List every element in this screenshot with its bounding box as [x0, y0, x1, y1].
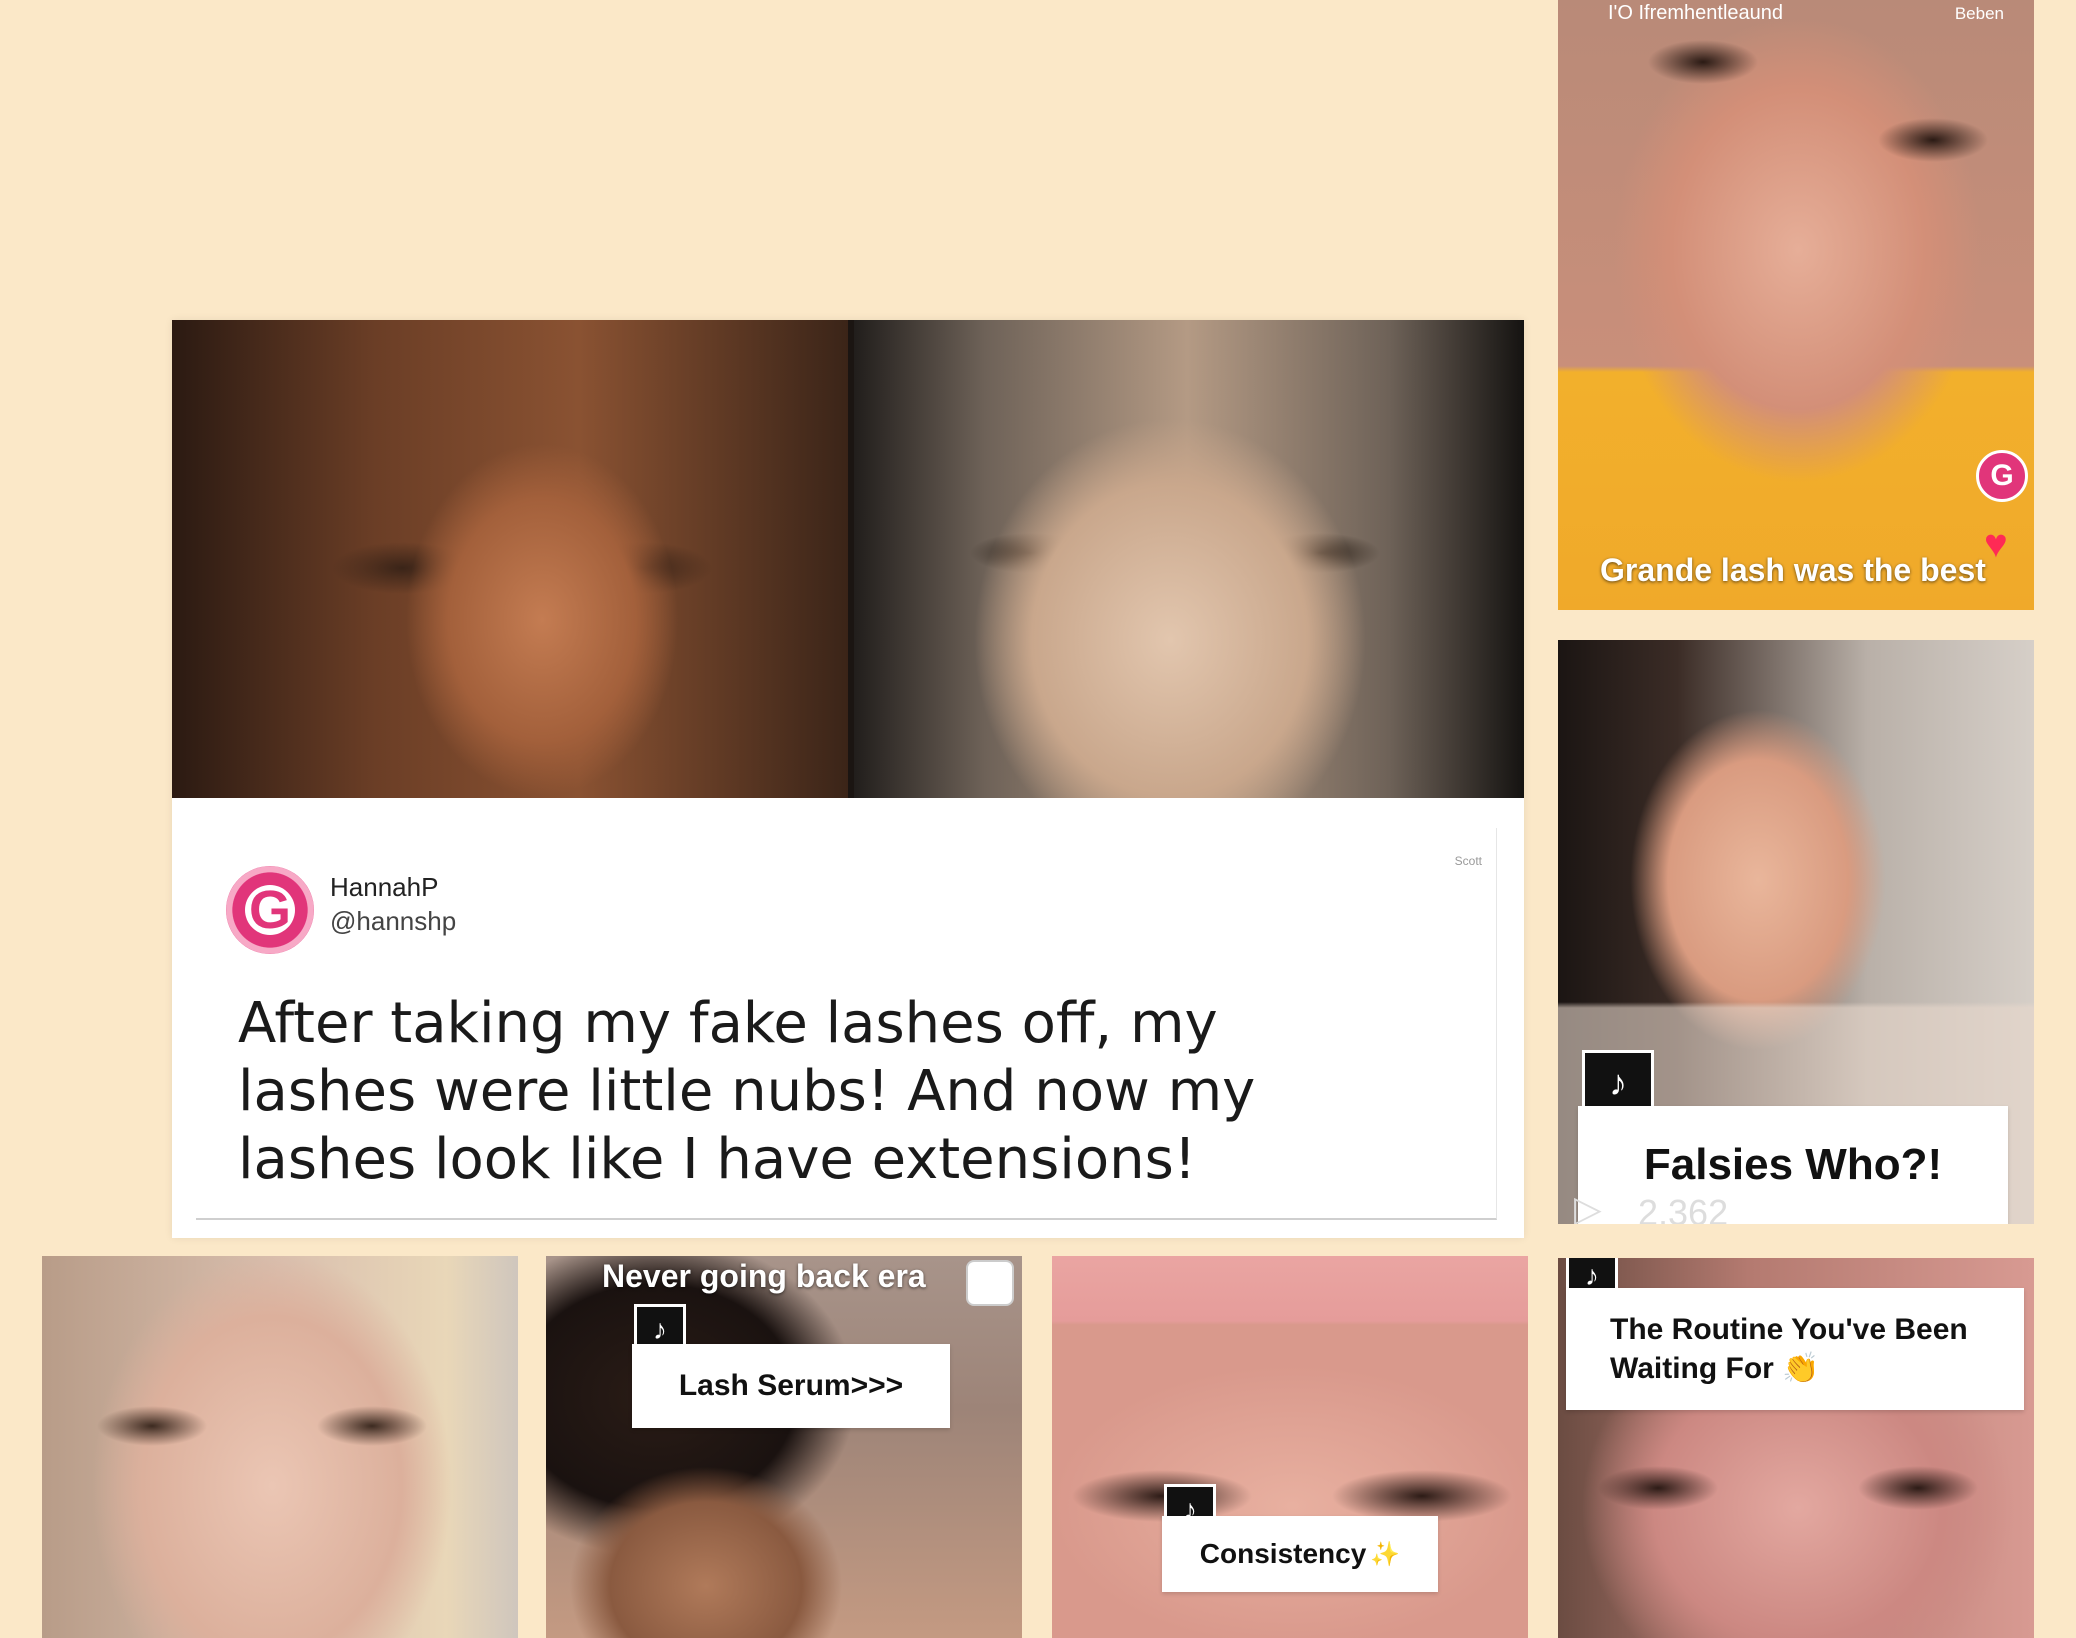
- caption-pill: Consistency ✨: [1162, 1516, 1438, 1592]
- after-photo: [850, 320, 1524, 798]
- review-quote: After taking my fake lashes off, my lash…: [238, 991, 1256, 1192]
- review-card: G HannahP @hannshp Scott After taking my…: [172, 320, 1524, 1238]
- brand-avatar: G: [226, 866, 314, 954]
- caption-text: Consistency: [1199, 1538, 1367, 1569]
- caption-line2-row: Waiting For 👏: [1610, 1351, 1820, 1386]
- photo-divider: [848, 320, 854, 798]
- video-tile-bottom-3[interactable]: ♪ Consistency ✨: [1052, 1256, 1528, 1638]
- tile-title: Never going back era: [602, 1258, 926, 1294]
- caption-line2: Waiting For: [1610, 1351, 1774, 1385]
- sparkle-icon: ✨: [1370, 1540, 1401, 1568]
- caption-line1: The Routine You've Been: [1610, 1312, 1968, 1346]
- caption-text: Lash Serum>>>: [678, 1369, 904, 1402]
- video-tile-mid-right[interactable]: ♪ Falsies Who?! ▷ 2,362: [1558, 640, 2034, 1224]
- reviewer-name: HannahP: [330, 872, 439, 902]
- tile-caption: Grande lash was the best: [1600, 552, 1986, 588]
- clap-icon: 👏: [1782, 1351, 1820, 1385]
- brand-logo-letter: G: [1990, 459, 2014, 492]
- tile-header: I'O Ifremhentleaund: [1608, 2, 1784, 24]
- video-tile-bottom-1[interactable]: [42, 1256, 518, 1638]
- video-tile-bottom-4[interactable]: ♪ The Routine You've Been Waiting For 👏: [1558, 1258, 2034, 1638]
- view-count: 2,362: [1638, 1192, 1729, 1224]
- before-photo: [172, 320, 850, 798]
- caption-text: Falsies Who?!: [1643, 1140, 1943, 1189]
- brand-logo-badge: G: [1976, 450, 2028, 502]
- review-corner-tag: Scott: [1454, 854, 1482, 868]
- heart-icon[interactable]: ♥: [1984, 522, 2008, 567]
- video-tile-bottom-2[interactable]: Never going back era ♪ Lash Serum>>>: [546, 1256, 1022, 1638]
- reviewer-handle: @hannshp: [330, 906, 457, 936]
- tile-header-right: Beben: [1954, 4, 2004, 23]
- play-icon: ▷: [1574, 1188, 1602, 1224]
- caption-pill: Lash Serum>>>: [632, 1344, 950, 1428]
- brand-avatar-letter: G: [245, 880, 295, 940]
- edit-icon[interactable]: [966, 1260, 1014, 1306]
- caption-pill: The Routine You've Been Waiting For 👏: [1566, 1288, 2024, 1410]
- video-tile-top-right[interactable]: I'O Ifremhentleaund Beben G ♥ Grande las…: [1558, 0, 2034, 610]
- review-body: G HannahP @hannshp Scott After taking my…: [196, 828, 1497, 1220]
